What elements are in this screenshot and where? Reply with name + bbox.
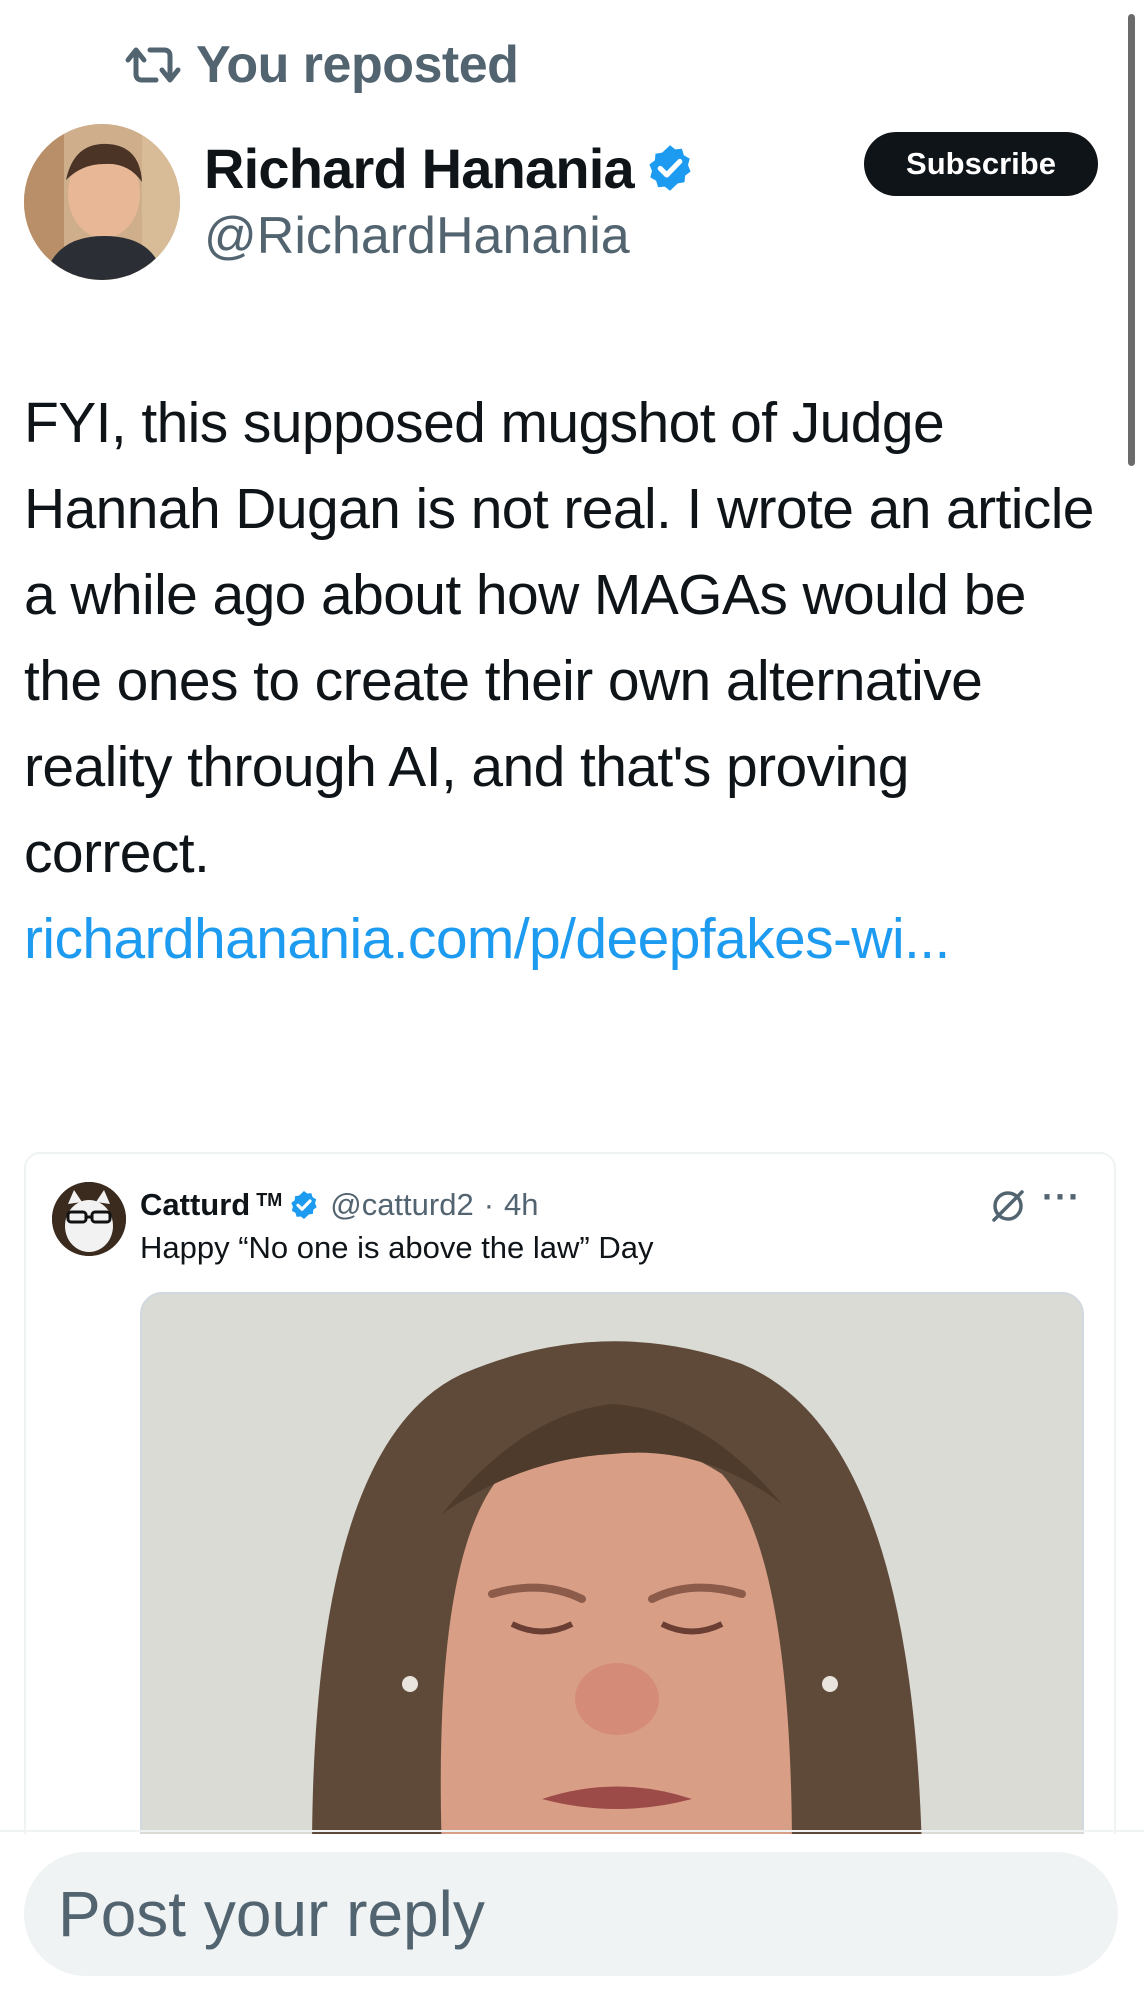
reply-divider [0,1830,1144,1832]
post-text: FYI, this supposed mugshot of Judge Hann… [24,391,1094,885]
quoted-author-name[interactable]: Catturd [140,1187,250,1223]
more-options-icon[interactable]: ··· [1042,1176,1081,1218]
author-name[interactable]: Richard Hanania [204,136,635,201]
quoted-time[interactable]: 4h [504,1187,538,1223]
post-link[interactable]: richardhanania.com/p/deepfakes-wi... [24,907,950,971]
grok-icon[interactable] [988,1186,1028,1226]
scrollbar[interactable] [1128,14,1135,466]
subscribe-button[interactable]: Subscribe [864,132,1098,196]
author-name-row[interactable]: Richard Hanania [204,128,696,208]
verified-badge-icon [649,145,691,191]
quoted-trademark: TM [256,1189,283,1210]
reply-bar[interactable] [24,1852,1118,1976]
reply-input[interactable] [56,1876,1060,1952]
quoted-handle[interactable]: @catturd2 [330,1187,473,1223]
author-handle[interactable]: @RichardHanania [204,206,630,266]
quoted-separator: · [483,1187,495,1222]
author-avatar[interactable] [24,124,180,280]
quoted-verified-badge-icon [291,1191,317,1219]
repost-label: You reposted [196,36,519,94]
quoted-text: Happy “No one is above the law” Day [140,1230,654,1265]
quoted-media-image[interactable] [140,1292,1084,1834]
repost-banner: You reposted [124,30,519,100]
repost-icon [125,47,181,83]
quoted-post-card[interactable]: Catturd TM @catturd2 · 4h Happy “No one … [24,1152,1116,1834]
post-body: FYI, this supposed mugshot of Judge Hann… [24,380,1104,982]
quoted-header: Catturd TM @catturd2 · 4h [140,1182,539,1228]
quoted-avatar[interactable] [52,1182,126,1256]
